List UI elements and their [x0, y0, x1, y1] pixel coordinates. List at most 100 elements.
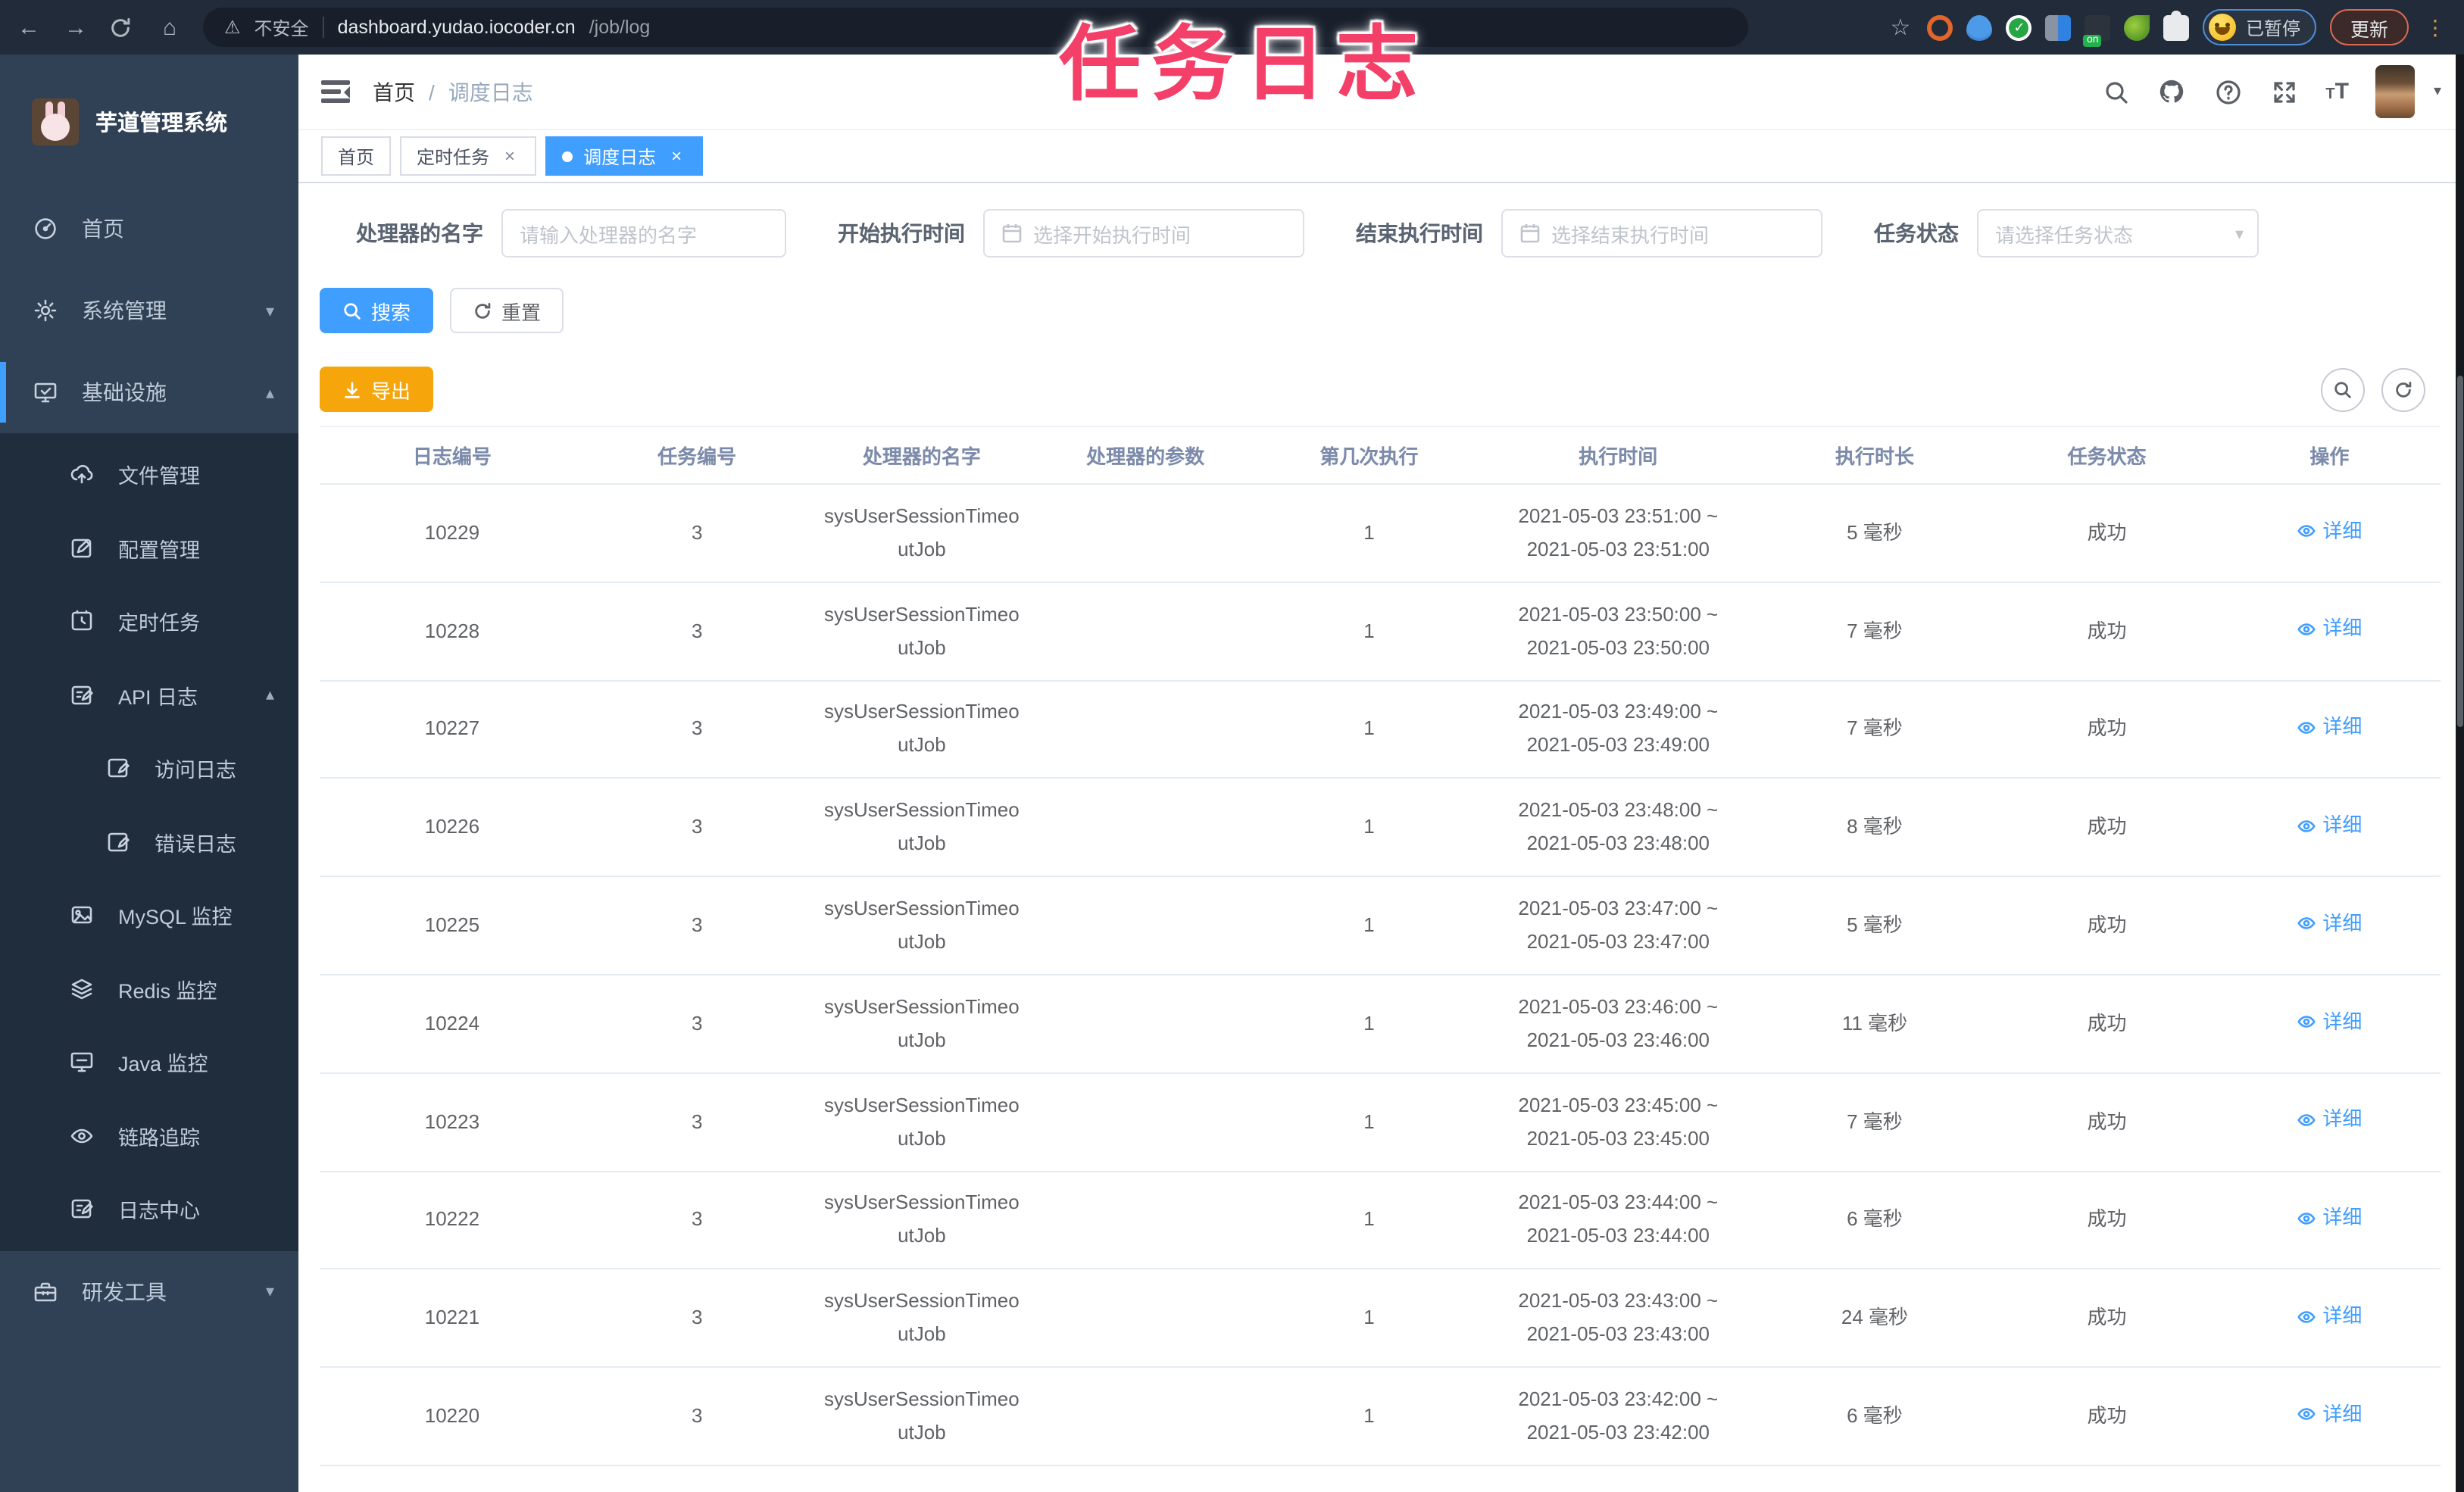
start-time-picker[interactable]: 选择开始执行时间 — [983, 209, 1304, 258]
cell-task-id: 3 — [584, 1269, 810, 1369]
detail-link[interactable]: 详细 — [2297, 1300, 2362, 1333]
cell-task-id: 3 — [584, 876, 810, 975]
cell-exec-duration: 7 毫秒 — [1754, 582, 1995, 682]
cell-handler-name: sysUserSessionTimeoutJob — [809, 778, 1035, 878]
tab-scheduled-jobs[interactable]: 定时任务 × — [400, 136, 537, 176]
sidebar-toggle-icon[interactable] — [321, 80, 350, 103]
scrollbar-thumb[interactable] — [2456, 376, 2463, 727]
page-content: 处理器的名字 请输入处理器的名字 开始执行时间 选择开始执行时间 结束执行时间 … — [298, 183, 2464, 1492]
sidebar-item-label: Redis 监控 — [118, 979, 217, 1003]
cell-handler-params — [1034, 974, 1257, 1074]
extension-icon[interactable] — [2006, 14, 2032, 40]
forward-icon[interactable]: → — [62, 14, 89, 40]
github-icon[interactable] — [2157, 77, 2186, 106]
sidebar-item-mysql-monitor[interactable]: MySQL 监控 — [0, 879, 298, 952]
cell-actions: 详细 — [2219, 1367, 2440, 1466]
sidebar-item-infrastructure[interactable]: 基础设施 ▴ — [0, 351, 298, 433]
extension-icon[interactable] — [2083, 14, 2111, 46]
sidebar-item-java-monitor[interactable]: Java 监控 — [0, 1025, 298, 1099]
sidebar-item-log-center[interactable]: 日志中心 — [0, 1172, 298, 1246]
sidebar-item-config-management[interactable]: 配置管理 — [0, 511, 298, 585]
detail-link[interactable]: 详细 — [2297, 710, 2362, 744]
end-time-picker[interactable]: 选择结束执行时间 — [1501, 209, 1822, 258]
reset-button[interactable]: 重置 — [450, 288, 564, 333]
tab-label: 首页 — [338, 146, 375, 167]
sidebar-item-redis-monitor[interactable]: Redis 监控 — [0, 952, 298, 1025]
cell-actions: 详细 — [2219, 876, 2440, 975]
eye-icon — [2297, 525, 2316, 538]
cell-exec-count: 1 — [1257, 876, 1482, 975]
search-actions: 搜索 重置 — [320, 288, 2464, 333]
sidebar-item-label: 访问日志 — [155, 759, 236, 782]
detail-link[interactable]: 详细 — [2297, 1201, 2362, 1234]
cell-handler-params — [1034, 1072, 1257, 1172]
monitor-icon — [70, 1050, 94, 1075]
detail-link[interactable]: 详细 — [2297, 514, 2362, 548]
logo-image — [32, 98, 79, 145]
extensions-puzzle-icon[interactable] — [2163, 10, 2190, 40]
toolbox-icon — [33, 1279, 58, 1303]
app-logo[interactable]: 芋道管理系统 — [0, 55, 298, 188]
extension-icon[interactable] — [1966, 14, 1993, 40]
paused-label: 已暂停 — [2245, 17, 2300, 39]
back-icon[interactable]: ← — [15, 14, 42, 40]
caret-down-icon[interactable]: ▾ — [2434, 83, 2441, 100]
sidebar-item-file-management[interactable]: 文件管理 — [0, 438, 298, 511]
home-icon[interactable]: ⌂ — [156, 14, 183, 40]
sidebar-item-access-log[interactable]: 访问日志 — [0, 732, 298, 805]
close-icon[interactable]: × — [500, 146, 520, 166]
user-avatar[interactable] — [2375, 65, 2416, 118]
filter-label: 开始执行时间 — [838, 221, 965, 245]
cell-exec-count: 1 — [1257, 680, 1482, 779]
extension-icon[interactable] — [2045, 14, 2072, 40]
sidebar-item-api-log[interactable]: API 日志 ▴ — [0, 658, 298, 732]
table-row: 10224 3 sysUserSessionTimeoutJob 1 2021-… — [320, 974, 2440, 1074]
col-handler-name: 处理器的名字 — [809, 426, 1035, 485]
tab-job-log[interactable]: 调度日志 × — [545, 136, 704, 176]
cell-handler-name: sysUserSessionTimeoutJob — [809, 1269, 1035, 1369]
address-bar[interactable]: ⚠ 不安全 dashboard.yudao.iocoder.cn/job/log — [203, 8, 1748, 47]
detail-link[interactable]: 详细 — [2297, 1398, 2362, 1431]
help-icon[interactable] — [2213, 77, 2242, 106]
cell-exec-duration: 5 毫秒 — [1754, 484, 1995, 583]
handler-name-input[interactable]: 请输入处理器的名字 — [501, 209, 786, 258]
detail-link[interactable]: 详细 — [2297, 907, 2362, 941]
detail-link[interactable]: 详细 — [2297, 1103, 2362, 1137]
detail-link[interactable]: 详细 — [2297, 613, 2362, 646]
tab-home[interactable]: 首页 — [321, 136, 392, 176]
fullscreen-icon[interactable] — [2269, 77, 2298, 106]
sidebar-item-error-log[interactable]: 错误日志 — [0, 805, 298, 879]
breadcrumb-home[interactable]: 首页 — [373, 76, 415, 107]
browser-menu-icon[interactable]: ⋮ — [2422, 14, 2449, 40]
sidebar-item-tracing[interactable]: 链路追踪 — [0, 1099, 298, 1172]
detail-link[interactable]: 详细 — [2297, 1005, 2362, 1038]
toggle-search-button[interactable] — [2320, 368, 2364, 412]
sidebar-item-system[interactable]: 系统管理 ▾ — [0, 270, 298, 351]
detail-link[interactable]: 详细 — [2297, 809, 2362, 842]
font-size-icon[interactable]: TT — [2325, 80, 2349, 103]
export-button[interactable]: 导出 — [320, 367, 434, 412]
close-icon[interactable]: × — [667, 146, 686, 166]
profile-paused-chip[interactable]: 已暂停 — [2203, 9, 2317, 45]
monitor-check-icon — [33, 380, 58, 404]
search-button[interactable]: 搜索 — [320, 288, 434, 333]
bookmark-star-icon[interactable]: ☆ — [1887, 14, 1914, 41]
refresh-table-button[interactable] — [2381, 368, 2425, 412]
browser-update-button[interactable]: 更新 — [2330, 9, 2408, 45]
eye-icon — [2297, 1408, 2316, 1421]
cell-task-id: 3 — [584, 1072, 810, 1172]
sidebar-item-scheduled-jobs[interactable]: 定时任务 — [0, 585, 298, 658]
cell-log-id: 10225 — [320, 876, 585, 975]
extension-icon[interactable] — [1927, 14, 1953, 40]
status-select[interactable]: 请选择任务状态 ▾ — [1977, 209, 2259, 258]
cell-exec-duration: 5 毫秒 — [1754, 876, 1995, 975]
sidebar-item-dev-tools[interactable]: 研发工具 ▾ — [0, 1250, 298, 1332]
extension-icon[interactable] — [2124, 14, 2150, 40]
sidebar-item-home[interactable]: 首页 — [0, 188, 298, 270]
app-window: 芋道管理系统 首页 系统管理 ▾ 基础设施 ▴ 文件管理 配置管理 定时任务 A… — [0, 55, 2464, 1492]
filter-form: 处理器的名字 请输入处理器的名字 开始执行时间 选择开始执行时间 结束执行时间 … — [356, 209, 2464, 258]
export-button-label: 导出 — [371, 379, 411, 402]
reload-icon[interactable] — [109, 16, 136, 39]
cell-exec-time: 2021-05-03 23:48:00 ~2021-05-03 23:48:00 — [1481, 778, 1755, 878]
search-icon[interactable] — [2101, 77, 2130, 106]
